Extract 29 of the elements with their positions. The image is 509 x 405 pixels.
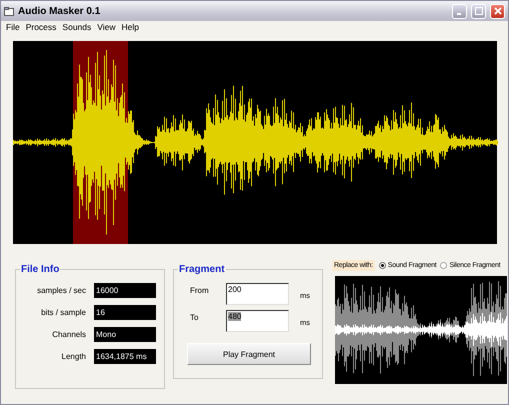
close-button[interactable] (490, 4, 505, 18)
group-title: Fragment (178, 264, 226, 275)
play-fragment-button[interactable]: Play Fragment (187, 343, 311, 365)
input-field[interactable]: 200 (226, 283, 289, 305)
maximize-button[interactable] (471, 4, 486, 18)
app-icon (4, 6, 14, 16)
value-field: 1634,1875 ms (94, 349, 156, 364)
menu-item[interactable]: Process (22, 22, 60, 32)
menu-item[interactable]: Sounds (59, 22, 94, 32)
radio-button[interactable] (378, 262, 386, 269)
value-field: Mono (94, 327, 156, 342)
close-icon (494, 7, 502, 15)
radio-button[interactable] (440, 262, 448, 269)
field-label: To (189, 312, 200, 322)
value-field: 16 (94, 305, 156, 320)
menu-item[interactable]: View (94, 22, 119, 32)
window-title: Audio Masker 0.1 (18, 6, 102, 16)
field-label: From (189, 285, 210, 295)
minimize-button[interactable] (452, 4, 467, 18)
menu-item[interactable]: Help (118, 22, 142, 32)
group-title: File Info (20, 264, 60, 275)
field-label: Channels (51, 330, 87, 339)
input-field[interactable]: 480 (226, 310, 289, 332)
value-field: 16000 (94, 283, 156, 298)
menu-item[interactable]: File (3, 22, 23, 32)
field-label: bits / sample (40, 308, 87, 317)
field-label: Length (60, 352, 87, 361)
field-label: samples / sec (36, 286, 87, 295)
maximize-icon (474, 7, 482, 15)
